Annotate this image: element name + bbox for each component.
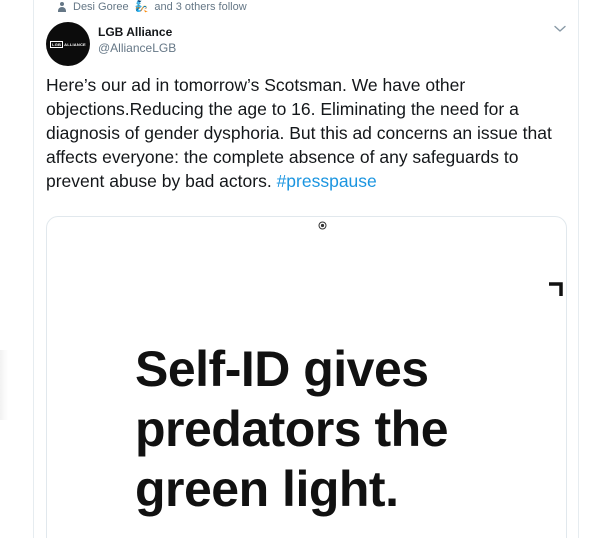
genie-emoji-icon: 🧞 [134,0,149,13]
author-display-name[interactable]: LGB Alliance [98,25,172,39]
social-context[interactable]: Desi Goree 🧞 and 3 others follow [57,0,247,14]
social-context-user[interactable]: Desi Goree [73,1,129,13]
author-handle[interactable]: @AllianceLGB [98,41,176,55]
page-edge-shadow [0,350,8,420]
tweet-media-image[interactable]: Self-ID gives predators the green light. [46,216,567,538]
media-dot-icon [318,221,327,230]
corner-bracket-icon [549,282,563,296]
avatar-logo-text: ALLIANCE [64,41,86,47]
social-context-suffix: and 3 others follow [154,1,247,13]
ad-headline: Self-ID gives predators the green light. [135,341,449,517]
avatar[interactable]: LGB ALLIANCE [46,22,90,66]
chevron-down-icon [554,25,566,32]
tweet-text: Here’s our ad in tomorrow’s Scotsman. We… [46,73,566,193]
avatar-logo-box: LGB [50,40,64,48]
more-options-button[interactable] [552,21,568,37]
person-icon [57,1,67,13]
hashtag-link[interactable]: #presspause [277,171,377,191]
avatar-logo: LGB ALLIANCE [50,40,86,48]
